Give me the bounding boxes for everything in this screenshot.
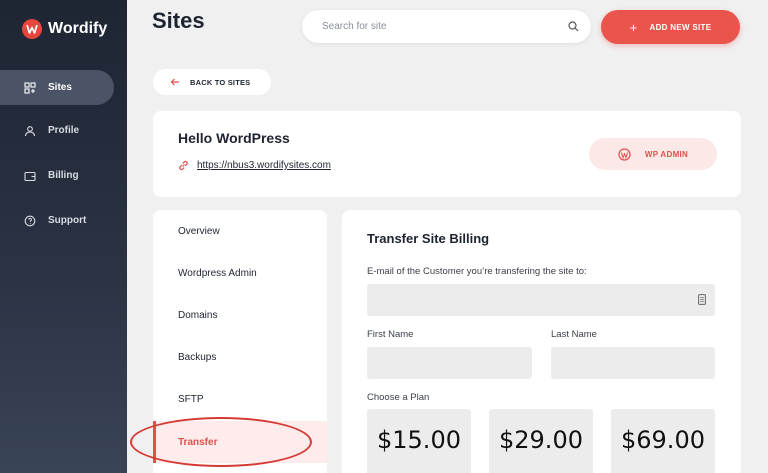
menu-item-backups[interactable]: Backups <box>153 336 327 378</box>
wp-admin-label: WP ADMIN <box>644 149 689 159</box>
sidebar-item-sites[interactable]: Sites <box>0 70 114 105</box>
wp-admin-button[interactable]: WP ADMIN <box>589 138 717 170</box>
plan-price: $15.00 <box>377 426 461 454</box>
menu-item-wordpress-admin[interactable]: Wordpress Admin <box>153 252 327 294</box>
sidebar-item-profile[interactable]: Profile <box>0 113 114 148</box>
page-title: Sites <box>152 8 205 33</box>
sidebar-item-label: Profile <box>48 125 80 136</box>
wallet-icon <box>24 171 36 181</box>
logo[interactable]: Wordify <box>22 19 107 39</box>
wordpress-icon <box>618 147 631 161</box>
arrow-left-icon <box>170 78 179 86</box>
plan-price: $69.00 <box>621 426 705 454</box>
site-url-row: https://nbus3.wordifysites.com <box>178 160 331 171</box>
first-name-label: First Name <box>367 329 414 340</box>
plan-option[interactable]: $29.00 <box>489 409 593 473</box>
app-name: Wordify <box>48 20 108 37</box>
transfer-form-card: Transfer Site Billing E-mail of the Cust… <box>342 210 741 473</box>
back-to-sites-button[interactable]: BACK TO SITES <box>153 69 271 95</box>
add-new-site-label: ADD NEW SITE <box>649 22 712 32</box>
email-label: E-mail of the Customer you’re transferin… <box>367 266 587 277</box>
site-url-link[interactable]: https://nbus3.wordifysites.com <box>197 160 331 171</box>
search-bar[interactable] <box>302 10 591 43</box>
search-icon[interactable] <box>568 21 579 32</box>
form-title: Transfer Site Billing <box>367 231 490 246</box>
last-name-label: Last Name <box>551 329 597 340</box>
menu-item-domains[interactable]: Domains <box>153 294 327 336</box>
user-icon <box>24 125 36 136</box>
sidebar-item-label: Billing <box>48 170 79 181</box>
contact-card-icon[interactable] <box>698 294 706 305</box>
plan-option[interactable]: $15.00 <box>367 409 471 473</box>
last-name-field[interactable] <box>551 347 715 379</box>
sidebar-item-support[interactable]: Support <box>0 203 114 238</box>
menu-item-transfer[interactable]: Transfer <box>153 421 327 463</box>
plan-option[interactable]: $69.00 <box>611 409 715 473</box>
sidebar-item-label: Sites <box>48 82 72 93</box>
site-greeting: Hello WordPress <box>178 130 290 146</box>
site-menu: Overview Wordpress Admin Domains Backups… <box>153 210 327 473</box>
back-to-sites-label: BACK TO SITES <box>190 77 251 87</box>
search-input[interactable] <box>322 21 568 32</box>
plus-icon: + <box>629 19 638 35</box>
add-new-site-button[interactable]: + ADD NEW SITE <box>601 10 740 44</box>
sidebar-item-billing[interactable]: Billing <box>0 158 114 193</box>
menu-item-overview[interactable]: Overview <box>153 210 327 252</box>
first-name-field[interactable] <box>367 347 532 379</box>
sidebar-item-label: Support <box>48 215 87 226</box>
email-field[interactable] <box>367 284 715 316</box>
support-icon <box>24 215 36 226</box>
site-info-card: Hello WordPress https://nbus3.wordifysit… <box>153 111 741 197</box>
sidebar: Wordify Sites Profile Billing Support <box>0 0 127 473</box>
grid-icon <box>24 81 36 94</box>
link-icon <box>179 160 188 171</box>
menu-item-sftp[interactable]: SFTP <box>153 378 327 420</box>
plan-label: Choose a Plan <box>367 392 430 403</box>
plan-price: $29.00 <box>499 426 583 454</box>
wordify-logo-icon <box>22 19 42 39</box>
